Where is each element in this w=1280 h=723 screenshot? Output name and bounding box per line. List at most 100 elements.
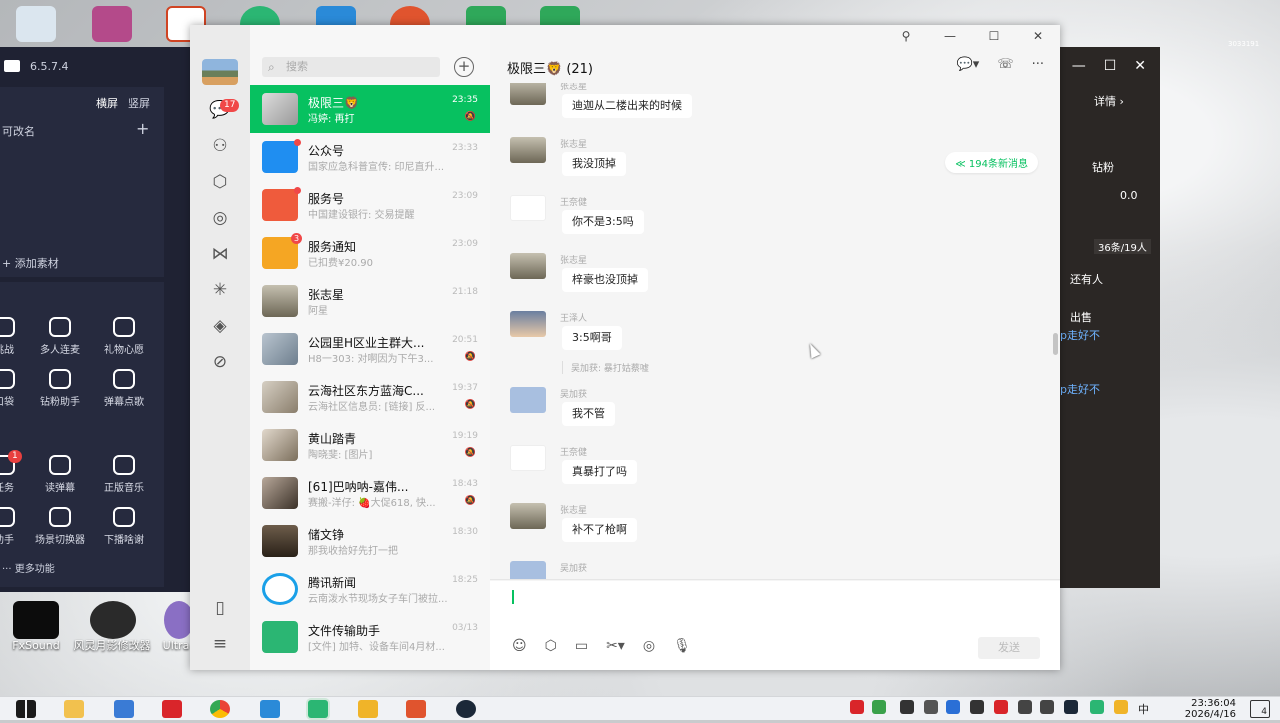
minimize-icon[interactable]: — (1072, 58, 1086, 74)
tool-item[interactable]: 读弹幕 (30, 455, 90, 494)
message-bubble[interactable]: 你不是3:5吗 (562, 210, 644, 234)
trainer-icon[interactable] (90, 601, 136, 639)
add-scene-button[interactable]: + (136, 119, 149, 138)
mini-apps-icon[interactable]: ⊘ (209, 351, 231, 373)
chat-list-item[interactable]: 云海社区东方蓝海C... 云海社区信息员: [链接] 反... 19:37 🔕 (250, 373, 490, 421)
tool-item[interactable]: 挑战 (0, 317, 34, 356)
feishu-icon[interactable] (260, 700, 280, 718)
tool-item[interactable]: 多人连麦 (30, 317, 90, 356)
tool-item[interactable]: 正版音乐 (94, 455, 154, 494)
chat-list-item[interactable]: 储文铮 那我收拾好先打一把 18:30 (250, 517, 490, 565)
sender-avatar[interactable] (510, 83, 546, 105)
send-button[interactable]: 发送 (978, 637, 1040, 659)
chat-options-icon[interactable]: 💬▾ (957, 57, 980, 72)
tab-portrait[interactable]: 竖屏 (128, 95, 150, 111)
tray-icon[interactable] (872, 700, 886, 714)
chat-list-item[interactable]: 公众号 国家应急科普宣传: 印尼直升... 23:33 (250, 133, 490, 181)
notification-center[interactable]: 4 (1250, 700, 1270, 718)
chat-list-item[interactable]: 黄山踏青 陶晓斐: [图片] 19:19 🔕 (250, 421, 490, 469)
message-bubble[interactable]: 补不了枪啊 (562, 518, 637, 542)
detail-button[interactable]: 详情 › (1094, 93, 1124, 109)
store-icon[interactable] (114, 700, 134, 718)
message-bubble[interactable]: 我不管 (562, 402, 615, 426)
wechat-taskbar-icon[interactable] (308, 700, 328, 718)
sender-avatar[interactable] (510, 195, 546, 221)
sender-avatar[interactable] (510, 503, 546, 529)
sender-avatar[interactable] (510, 311, 546, 337)
tray-icon[interactable] (1114, 700, 1128, 714)
search-discover-icon[interactable]: ✳ (209, 279, 231, 301)
pin-icon[interactable]: ⚲ (896, 29, 916, 43)
message-bubble[interactable]: 真暴打了吗 (562, 460, 637, 484)
tab-landscape[interactable]: 横屏 (96, 95, 118, 111)
wps-icon[interactable] (162, 700, 182, 718)
chat-list-item[interactable]: 3 服务通知 已扣费¥20.90 23:09 (250, 229, 490, 277)
sender-avatar[interactable] (510, 445, 546, 471)
chat-list-item[interactable]: 服务号 中国建设银行: 交易提醒 23:09 (250, 181, 490, 229)
chat-list-item[interactable]: 张志星 阿星 21:18 (250, 277, 490, 325)
contacts-icon[interactable]: ⚇ (209, 135, 231, 157)
fxsound-icon[interactable] (13, 601, 59, 639)
tray-icon[interactable] (900, 700, 914, 714)
minimize-icon[interactable]: — (940, 29, 960, 43)
more-icon[interactable]: ··· (1032, 57, 1044, 72)
channels-icon[interactable]: ◎ (643, 638, 655, 654)
moments-icon[interactable]: ◎ (209, 207, 231, 229)
network-icon[interactable] (1040, 700, 1054, 714)
tray-icon[interactable] (970, 700, 984, 714)
chrome-icon[interactable] (210, 700, 230, 718)
favorites-icon[interactable]: ⬡ (545, 638, 557, 654)
steam-tray-icon[interactable] (1064, 700, 1078, 714)
windows-start-icon[interactable] (16, 700, 36, 718)
tray-icon[interactable] (994, 700, 1008, 714)
channels-icon[interactable]: ⋈ (209, 243, 231, 265)
chat-list-item[interactable]: 极限三🦁 冯婷: 再打 23:35 🔕 (250, 85, 490, 133)
favorites-icon[interactable]: ⬡ (209, 171, 231, 193)
recycle-bin-icon[interactable] (16, 6, 56, 42)
message-bubble[interactable]: 梓豪也没顶掉 (562, 268, 648, 292)
more-features-link[interactable]: ··· 更多功能 (2, 560, 55, 575)
add-material-button[interactable]: + 添加素材 (2, 255, 59, 271)
search-input[interactable]: ⌕ 搜索 (262, 57, 440, 77)
message-bubble[interactable]: 3:5啊哥 (562, 326, 622, 350)
winrar-icon[interactable] (92, 6, 132, 42)
screenshot-icon[interactable]: ✂▾ (606, 638, 625, 654)
tool-item[interactable]: 下播啥谢 (94, 507, 154, 546)
tool-item[interactable]: 助手 (0, 507, 34, 546)
quoted-message[interactable]: 吴加获: 暴打姑蔡嘘 (562, 361, 649, 374)
phone-icon[interactable]: ▯ (209, 597, 231, 619)
tool-item[interactable]: 场景切换器 (30, 507, 90, 546)
new-messages-button[interactable]: ≪ 194条新消息 (945, 152, 1038, 173)
sender-avatar[interactable] (510, 253, 546, 279)
voice-icon[interactable]: 🎙 (673, 638, 691, 654)
add-chat-button[interactable]: + (454, 57, 474, 77)
tool-item[interactable]: 礼物心愿 (94, 317, 154, 356)
chat-list-item[interactable]: 腾讯新闻 云南泼水节现场女子车门被拉... 18:25 (250, 565, 490, 613)
menu-icon[interactable]: ≡ (209, 633, 231, 655)
ime-indicator[interactable]: 中 (1138, 701, 1149, 717)
emoji-icon[interactable]: ☺ (512, 638, 527, 654)
tray-icon[interactable] (850, 700, 864, 714)
message-input[interactable] (490, 581, 1060, 670)
my-avatar[interactable] (202, 59, 238, 85)
chat-list-item[interactable]: 公园里H区业主群大... H8一303: 对啊因为下午3... 20:51 🔕 (250, 325, 490, 373)
folder-icon[interactable]: ▭ (575, 638, 588, 654)
file-explorer-icon[interactable] (64, 700, 84, 718)
sender-avatar[interactable] (510, 561, 546, 579)
scrollbar[interactable] (1053, 333, 1058, 355)
sender-avatar[interactable] (510, 387, 546, 413)
tray-icon[interactable] (924, 700, 938, 714)
tool-item[interactable]: 钻粉助手 (30, 369, 90, 408)
tool-item[interactable]: 口袋 (0, 369, 34, 408)
bluetooth-icon[interactable] (946, 700, 960, 714)
chat-list-item[interactable]: [61]巴呐呐-嘉伟... 赛搬-洋仔: 🍓大促618, 快... 18:43 … (250, 469, 490, 517)
call-icon[interactable]: ☏ (997, 57, 1013, 72)
fox-icon[interactable] (406, 700, 426, 718)
maximize-icon[interactable]: ☐ (1104, 58, 1117, 74)
wechat-tray-icon[interactable] (1090, 700, 1104, 714)
maximize-icon[interactable]: ☐ (984, 29, 1004, 43)
chat-list-item[interactable]: 文件传输助手 [文件] 加特、设备车间4月材... 03/13 (250, 613, 490, 661)
system-clock[interactable]: 23:36:04 2026/4/16 (1185, 698, 1236, 720)
message-bubble[interactable]: 我没顶掉 (562, 152, 626, 176)
game-icon[interactable] (358, 700, 378, 718)
